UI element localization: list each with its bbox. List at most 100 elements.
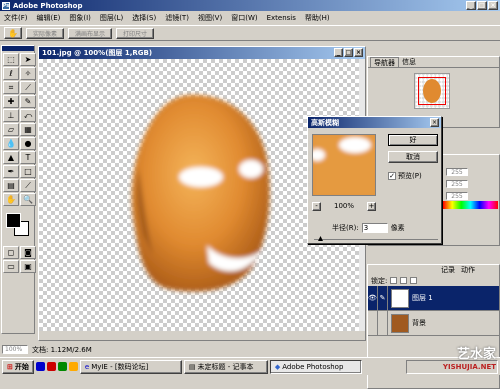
- tab-actions[interactable]: 动作: [458, 265, 478, 275]
- notes-tool-icon[interactable]: ▤: [3, 179, 19, 192]
- menu-image[interactable]: 图象(I): [69, 13, 91, 23]
- task-label: 未定标题 - 记事本: [197, 362, 254, 371]
- zoom-row: - 100% +: [312, 201, 376, 211]
- eraser-tool-icon[interactable]: ▱: [3, 123, 19, 136]
- brush-tool-icon[interactable]: ✎: [20, 95, 36, 108]
- color-spectrum-bar[interactable]: [443, 201, 498, 209]
- zoom-out-button[interactable]: -: [312, 201, 321, 211]
- eyedropper-tool-icon[interactable]: ⟋: [20, 179, 36, 192]
- taskbar-task-notepad[interactable]: ▤ 未定标题 - 记事本: [183, 359, 268, 374]
- dialog-title-bar[interactable]: 高斯模糊: [308, 117, 441, 128]
- layer-row[interactable]: 👁 ✎ 图层 1: [368, 285, 499, 311]
- red-value[interactable]: 255: [446, 168, 468, 176]
- dialog-close-button[interactable]: ×: [430, 118, 439, 127]
- taskbar-task-photoshop[interactable]: ◆ Adobe Photoshop: [269, 359, 362, 374]
- quicklaunch-media-icon[interactable]: [68, 362, 78, 371]
- pen-tool-icon[interactable]: ✒: [3, 165, 19, 178]
- print-size-button[interactable]: 打印尺寸: [116, 27, 155, 39]
- menu-window[interactable]: 窗口(W): [231, 13, 257, 23]
- quicklaunch-desktop-icon[interactable]: [57, 362, 67, 371]
- taskbar-task-myie[interactable]: e MyIE - [数码论坛]: [79, 359, 182, 374]
- lasso-tool-icon[interactable]: ℓ: [3, 67, 19, 80]
- menu-filter[interactable]: 滤镜(T): [165, 13, 189, 23]
- magic-wand-tool-icon[interactable]: ✧: [20, 67, 36, 80]
- menu-help[interactable]: 帮助(H): [305, 13, 330, 23]
- healing-brush-icon[interactable]: ✚: [3, 95, 19, 108]
- task-label: Adobe Photoshop: [282, 362, 344, 371]
- green-value[interactable]: 255: [446, 180, 468, 188]
- hand-tool-icon[interactable]: ✋: [3, 193, 19, 206]
- close-button[interactable]: ×: [488, 1, 498, 10]
- zoom-tool-icon[interactable]: 🔍: [20, 193, 36, 206]
- lock-label: 锁定:: [371, 276, 388, 285]
- quicklaunch-app-icon[interactable]: [46, 362, 56, 371]
- tab-navigator[interactable]: 导航器: [370, 57, 399, 67]
- myie-icon: e: [84, 362, 90, 371]
- radius-input[interactable]: [361, 223, 388, 233]
- crop-tool-icon[interactable]: ⌗: [3, 81, 19, 94]
- gradient-tool-icon[interactable]: ▦: [20, 123, 36, 136]
- menu-view[interactable]: 视图(V): [198, 13, 222, 23]
- start-button[interactable]: ⊞ 开始: [2, 359, 34, 374]
- menu-layer[interactable]: 图层(L): [100, 13, 123, 23]
- lock-icon[interactable]: [378, 310, 388, 336]
- tab-info[interactable]: 信息: [399, 57, 419, 67]
- preview-checkbox[interactable]: ✓: [388, 172, 396, 180]
- quick-mask-icon[interactable]: ◙: [20, 246, 36, 259]
- menu-edit[interactable]: 编辑(E): [37, 13, 61, 23]
- watermark-main: 艺水家: [456, 347, 496, 362]
- menu-select[interactable]: 选择(S): [132, 13, 156, 23]
- layer-row[interactable]: 背景: [368, 310, 499, 336]
- zoom-level: 100%: [333, 202, 354, 210]
- fullscreen-mode-icon[interactable]: ▣: [20, 260, 36, 273]
- history-brush-icon[interactable]: ⤺: [20, 109, 36, 122]
- layer-thumbnail: [391, 313, 409, 333]
- lock-transparency-checkbox[interactable]: [390, 277, 398, 284]
- blur-preview[interactable]: [312, 134, 376, 196]
- site-watermark: 艺水家 YISHUJIA.NET: [443, 347, 496, 373]
- screen-mode-icon[interactable]: ▭: [3, 260, 19, 273]
- foreground-color-swatch[interactable]: [6, 213, 21, 228]
- eye-icon[interactable]: [368, 310, 378, 336]
- options-bar: ✋ 实际像素 满画布显示 打印尺寸: [0, 25, 500, 41]
- type-tool-icon[interactable]: T: [20, 151, 36, 164]
- zoom-in-button[interactable]: +: [366, 201, 376, 211]
- navigator-view-frame[interactable]: [418, 77, 446, 105]
- fit-screen-button[interactable]: 满画布显示: [68, 27, 113, 39]
- doc-minimize-button[interactable]: _: [334, 48, 343, 57]
- document-title-bar[interactable]: 101.jpg @ 100%(图层 1,RGB) _ □ ×: [39, 47, 365, 59]
- dodge-tool-icon[interactable]: ●: [20, 137, 36, 150]
- brush-link-icon[interactable]: ✎: [378, 285, 388, 311]
- stamp-tool-icon[interactable]: ⊥: [3, 109, 19, 122]
- layer-thumbnail: [391, 288, 409, 308]
- lock-image-checkbox[interactable]: [400, 277, 408, 284]
- menu-extensis[interactable]: Extensis: [267, 14, 296, 22]
- actual-pixels-button[interactable]: 实际像素: [26, 27, 65, 39]
- move-tool-icon[interactable]: ➤: [20, 53, 36, 66]
- quicklaunch-ie-icon[interactable]: [35, 362, 45, 371]
- doc-maximize-button[interactable]: □: [344, 48, 353, 57]
- cancel-button[interactable]: 取消: [388, 151, 438, 163]
- lock-row: 锁定:: [368, 275, 499, 286]
- doc-close-button[interactable]: ×: [354, 48, 363, 57]
- tab-history[interactable]: 记录: [438, 265, 458, 275]
- path-select-tool-icon[interactable]: ▲: [3, 151, 19, 164]
- minimize-button[interactable]: _: [466, 1, 476, 10]
- eye-icon[interactable]: 👁: [368, 285, 378, 311]
- blur-tool-icon[interactable]: 💧: [3, 137, 19, 150]
- app-title: Adobe Photoshop: [13, 1, 83, 10]
- status-zoom-field[interactable]: 100%: [2, 345, 28, 354]
- shape-tool-icon[interactable]: □: [20, 165, 36, 178]
- hand-tool-icon[interactable]: ✋: [4, 27, 22, 39]
- standard-mode-icon[interactable]: ◻: [3, 246, 19, 259]
- toolbox: ⬚ ➤ ℓ ✧ ⌗ ⟋ ✚ ✎ ⊥ ⤺ ▱ ▦ 💧 ● ▲ T ✒ □ ▤ ⟋ …: [1, 45, 36, 334]
- marquee-tool-icon[interactable]: ⬚: [3, 53, 19, 66]
- maximize-button[interactable]: □: [477, 1, 487, 10]
- lock-position-checkbox[interactable]: [410, 277, 418, 284]
- blue-value[interactable]: 255: [446, 192, 468, 200]
- menu-file[interactable]: 文件(F): [4, 13, 28, 23]
- ok-button[interactable]: 好: [388, 134, 438, 146]
- slice-tool-icon[interactable]: ⟋: [20, 81, 36, 94]
- radius-slider-track[interactable]: [314, 239, 438, 240]
- doc-info: 文档: 1.12M/2.6M: [32, 345, 92, 354]
